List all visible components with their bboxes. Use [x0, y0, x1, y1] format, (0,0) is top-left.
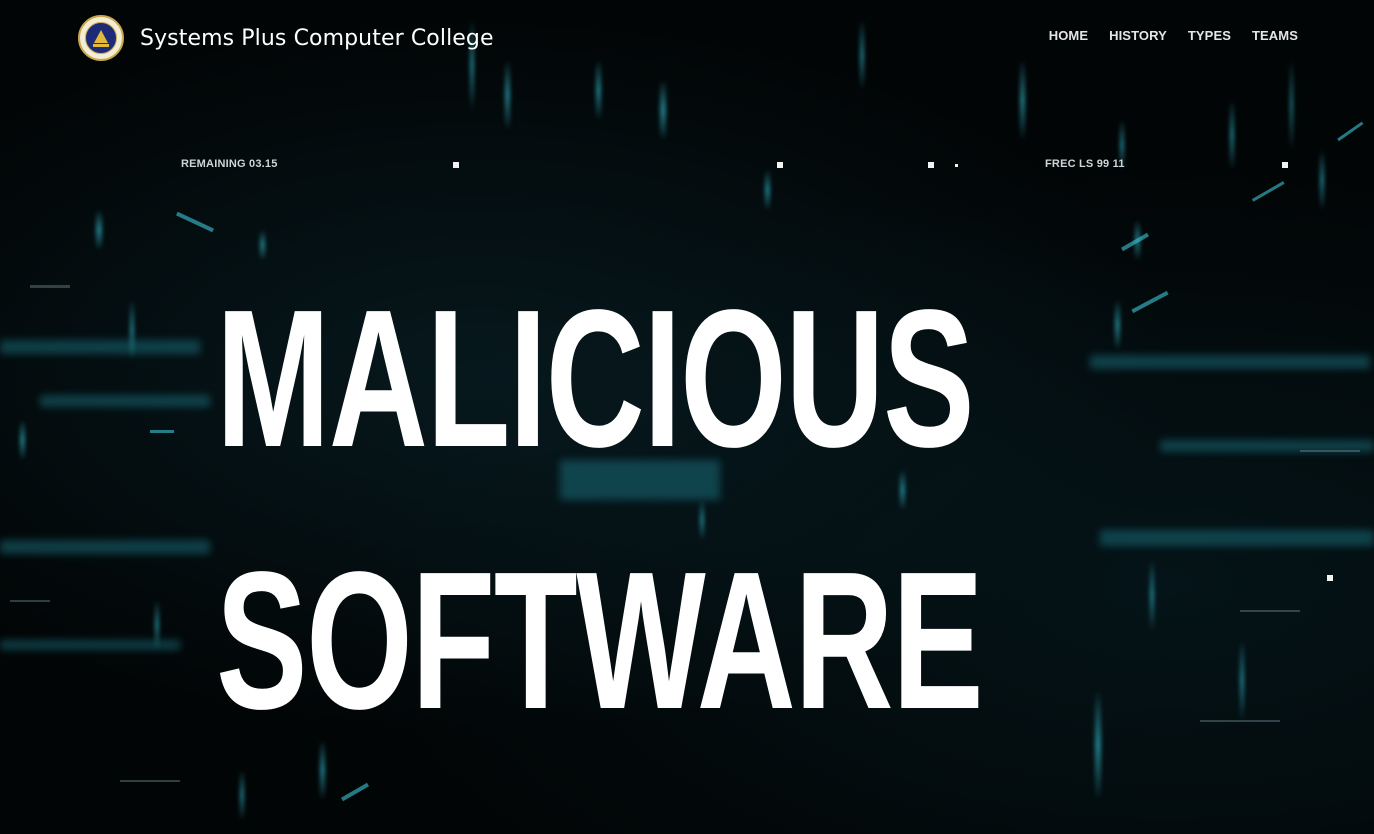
seal-bar	[93, 44, 109, 47]
brand-home-link[interactable]: Systems Plus Computer College	[78, 15, 494, 61]
seal-triangle	[94, 30, 108, 43]
site-header: Systems Plus Computer College HOME HISTO…	[0, 0, 1374, 74]
college-seal-icon	[78, 15, 124, 61]
nav-link-home[interactable]: HOME	[1049, 28, 1088, 43]
nav-link-types[interactable]: TYPES	[1188, 28, 1231, 43]
brand-name: Systems Plus Computer College	[140, 25, 494, 51]
nav-link-teams[interactable]: TEAMS	[1252, 28, 1298, 43]
seal-center	[85, 22, 117, 54]
nav-link-history[interactable]: HISTORY	[1109, 28, 1167, 43]
hero-title-line-2: SOFTWARE	[216, 531, 984, 750]
page: Systems Plus Computer College HOME HISTO…	[0, 0, 1374, 834]
hero-title: MALICIOUS SOFTWARE	[216, 248, 984, 772]
main-nav: HOME HISTORY TYPES TEAMS	[1049, 28, 1298, 43]
hero-title-line-1: MALICIOUS	[216, 269, 975, 488]
